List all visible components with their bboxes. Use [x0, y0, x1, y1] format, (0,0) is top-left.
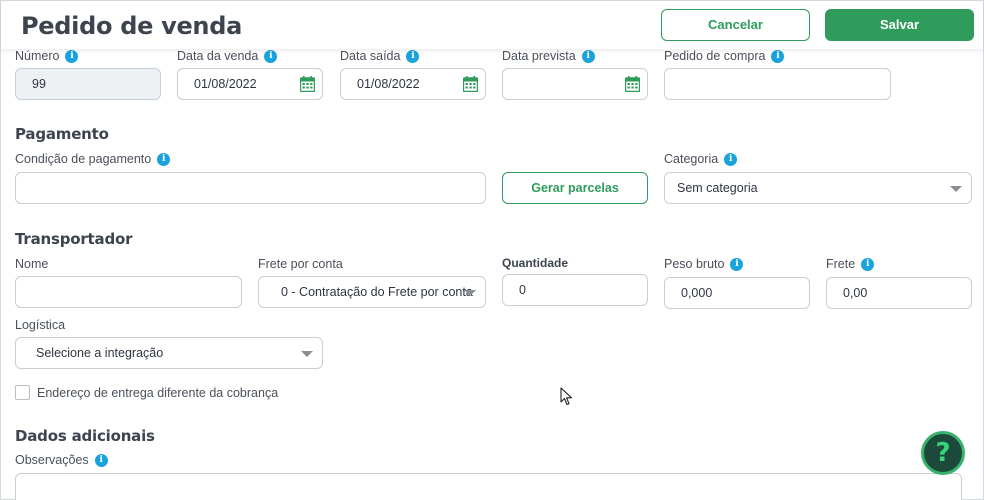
- info-icon[interactable]: i: [861, 257, 875, 271]
- help-button[interactable]: ?: [921, 431, 965, 475]
- peso-bruto-label: Peso bruto i: [664, 257, 744, 271]
- categoria-label: Categoria i: [664, 152, 738, 166]
- peso-bruto-label-text: Peso bruto: [664, 257, 725, 271]
- cancel-button[interactable]: Cancelar: [661, 9, 810, 41]
- info-icon[interactable]: i: [157, 152, 171, 166]
- info-icon[interactable]: i: [730, 257, 744, 271]
- data-venda-label: Data da venda i: [177, 49, 278, 63]
- numero-label: Número i: [15, 49, 79, 63]
- condicao-pagamento-input[interactable]: [15, 172, 486, 204]
- transportador-section-title: Transportador: [15, 230, 133, 248]
- logistica-value: Selecione a integração: [36, 346, 164, 360]
- endereco-entrega-label[interactable]: Endereço de entrega diferente da cobranç…: [37, 386, 278, 400]
- observacoes-label-text: Observações: [15, 453, 89, 467]
- frete-input[interactable]: 0,00: [826, 277, 972, 309]
- observacoes-textarea[interactable]: [15, 473, 962, 500]
- nome-label-text: Nome: [15, 257, 49, 271]
- frete-value: 0,00: [843, 286, 868, 300]
- gerar-parcelas-button[interactable]: Gerar parcelas: [502, 172, 648, 204]
- numero-value: 99: [32, 77, 46, 91]
- data-venda-value: 01/08/2022: [194, 77, 257, 91]
- quantidade-value: 0: [519, 283, 526, 297]
- numero-label-text: Número: [15, 49, 60, 63]
- frete-label-text: Frete: [826, 257, 856, 271]
- frete-conta-label-text: Frete por conta: [258, 257, 343, 271]
- condicao-pagamento-label: Condição de pagamento i: [15, 152, 171, 166]
- endereco-entrega-checkbox[interactable]: [15, 385, 30, 400]
- logistica-select[interactable]: Selecione a integração: [15, 337, 323, 369]
- quantidade-label-text: Quantidade: [502, 256, 569, 270]
- calendar-icon[interactable]: [463, 76, 478, 92]
- nome-label: Nome: [15, 257, 48, 271]
- data-saida-label: Data saída i: [340, 49, 420, 63]
- mouse-cursor: [560, 387, 573, 406]
- data-saida-input[interactable]: 01/08/2022: [340, 68, 486, 100]
- info-icon[interactable]: i: [406, 49, 420, 63]
- info-icon[interactable]: i: [94, 453, 108, 467]
- numero-field: 99: [15, 68, 161, 100]
- page-header: Pedido de venda Cancelar Salvar: [1, 1, 983, 49]
- calendar-icon[interactable]: [625, 76, 640, 92]
- pedido-compra-label: Pedido de compra i: [664, 49, 785, 63]
- nome-input[interactable]: [15, 276, 242, 308]
- chevron-down-icon: [950, 186, 962, 192]
- data-prevista-label-text: Data prevista: [502, 49, 576, 63]
- peso-bruto-input[interactable]: 0,000: [664, 277, 810, 309]
- pedido-compra-label-text: Pedido de compra: [664, 49, 766, 63]
- info-icon[interactable]: i: [264, 49, 278, 63]
- chevron-down-icon: [464, 290, 476, 296]
- info-icon[interactable]: i: [724, 152, 738, 166]
- info-icon[interactable]: i: [771, 49, 785, 63]
- save-button[interactable]: Salvar: [825, 9, 974, 41]
- info-icon[interactable]: i: [65, 49, 79, 63]
- dados-adicionais-section-title: Dados adicionais: [15, 427, 155, 445]
- quantidade-label: Quantidade: [502, 256, 568, 270]
- peso-bruto-value: 0,000: [681, 286, 713, 300]
- categoria-select[interactable]: Sem categoria: [664, 172, 972, 204]
- page-title: Pedido de venda: [21, 12, 242, 40]
- help-icon: ?: [935, 438, 951, 468]
- calendar-icon[interactable]: [300, 76, 315, 92]
- categoria-value: Sem categoria: [677, 181, 758, 195]
- data-venda-label-text: Data da venda: [177, 49, 259, 63]
- logistica-label-text: Logística: [15, 318, 66, 332]
- data-prevista-input[interactable]: [502, 68, 648, 100]
- frete-conta-label: Frete por conta: [258, 257, 343, 271]
- data-venda-input[interactable]: 01/08/2022: [177, 68, 323, 100]
- condicao-pagamento-label-text: Condição de pagamento: [15, 152, 152, 166]
- data-saida-label-text: Data saída: [340, 49, 401, 63]
- frete-label: Frete i: [826, 257, 875, 271]
- frete-conta-value: 0 - Contratação do Frete por conta: [281, 285, 473, 299]
- frete-conta-select[interactable]: 0 - Contratação do Frete por conta: [258, 276, 486, 308]
- logistica-label: Logística: [15, 318, 65, 332]
- data-prevista-label: Data prevista i: [502, 49, 595, 63]
- info-icon[interactable]: i: [581, 49, 595, 63]
- quantidade-input[interactable]: 0: [502, 274, 648, 306]
- categoria-label-text: Categoria: [664, 152, 719, 166]
- chevron-down-icon: [301, 351, 313, 357]
- observacoes-label: Observações i: [15, 453, 108, 467]
- endereco-entrega-label-text: Endereço de entrega diferente da cobranç…: [37, 386, 279, 400]
- data-saida-value: 01/08/2022: [357, 77, 420, 91]
- pagamento-section-title: Pagamento: [15, 125, 109, 143]
- pedido-compra-input[interactable]: [664, 68, 891, 100]
